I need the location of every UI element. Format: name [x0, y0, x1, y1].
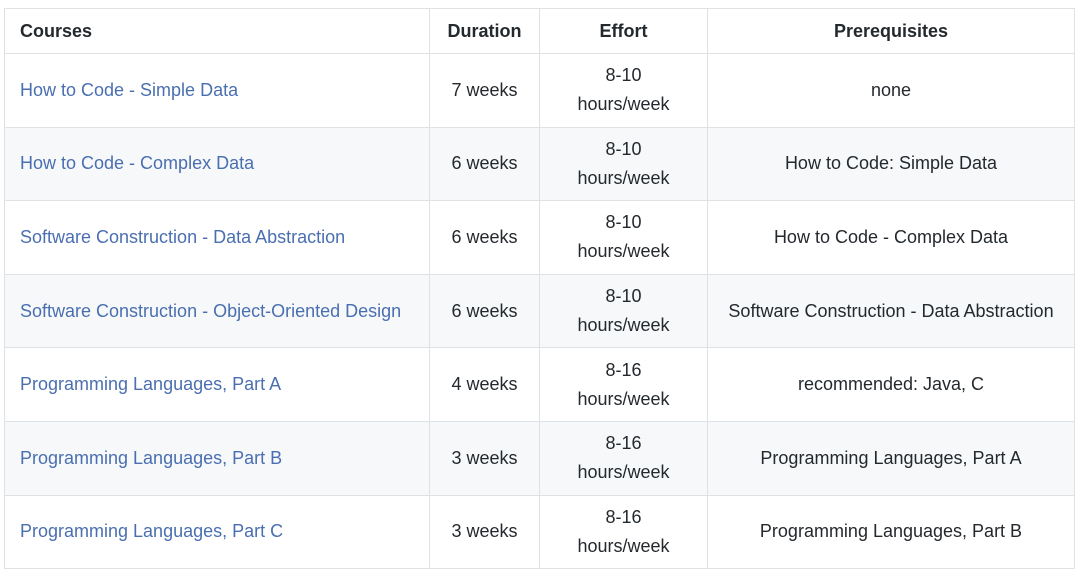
effort-unit: hours/week	[577, 388, 670, 409]
effort-unit: hours/week	[577, 94, 670, 115]
course-link[interactable]: Programming Languages, Part B	[20, 448, 282, 468]
effort-unit: hours/week	[577, 535, 670, 556]
effort-range: 8-10	[605, 65, 642, 86]
table-row: How to Code - Simple Data 7 weeks 8-10 ho…	[4, 53, 1075, 128]
effort-unit: hours/week	[577, 167, 670, 188]
table-row: Software Construction - Data Abstraction…	[4, 200, 1075, 275]
course-cell: Programming Languages, Part A	[4, 347, 430, 422]
header-courses: Courses	[4, 8, 430, 54]
prerequisites-cell: none	[707, 53, 1075, 128]
duration-cell: 6 weeks	[429, 273, 540, 349]
header-duration: Duration	[429, 8, 540, 54]
duration-cell: 6 weeks	[429, 200, 540, 275]
header-row: Courses Duration Effort Prerequisites	[4, 8, 1075, 54]
prerequisites-cell: Programming Languages, Part B	[707, 494, 1075, 570]
effort-range: 8-10	[605, 286, 642, 307]
effort-cell: 8-10 hours/week	[539, 200, 708, 275]
table-body: How to Code - Simple Data 7 weeks 8-10 ho…	[4, 53, 1075, 570]
course-link[interactable]: How to Code - Complex Data	[20, 153, 254, 173]
prerequisites-cell: recommended: Java, C	[707, 347, 1075, 422]
effort-cell: 8-16 hours/week	[539, 347, 708, 422]
effort-unit: hours/week	[577, 241, 670, 262]
table-row: Software Construction - Object-Oriented …	[4, 273, 1075, 349]
prerequisites-cell: How to Code: Simple Data	[707, 126, 1075, 202]
prerequisites-cell: Software Construction - Data Abstraction	[707, 273, 1075, 349]
table-row: Programming Languages, Part C 3 weeks 8-…	[4, 494, 1075, 570]
effort-cell: 8-16 hours/week	[539, 420, 708, 496]
effort-unit: hours/week	[577, 315, 670, 336]
course-link[interactable]: Software Construction - Data Abstraction	[20, 227, 345, 247]
course-table-container: Courses Duration Effort Prerequisites Ho…	[4, 8, 1075, 570]
course-link[interactable]: How to Code - Simple Data	[20, 80, 238, 100]
course-table: Courses Duration Effort Prerequisites Ho…	[4, 8, 1075, 570]
duration-cell: 3 weeks	[429, 494, 540, 570]
table-header: Courses Duration Effort Prerequisites	[4, 8, 1075, 54]
duration-cell: 7 weeks	[429, 53, 540, 128]
effort-cell: 8-16 hours/week	[539, 494, 708, 570]
header-prerequisites: Prerequisites	[707, 8, 1075, 54]
effort-range: 8-16	[605, 433, 642, 454]
table-row: How to Code - Complex Data 6 weeks 8-10 h…	[4, 126, 1075, 202]
effort-cell: 8-10 hours/week	[539, 126, 708, 202]
table-row: Programming Languages, Part A 4 weeks 8-…	[4, 347, 1075, 422]
course-cell: Software Construction - Data Abstraction	[4, 200, 430, 275]
effort-range: 8-10	[605, 212, 642, 233]
effort-range: 8-16	[605, 506, 642, 527]
course-cell: Software Construction - Object-Oriented …	[4, 273, 430, 349]
duration-cell: 3 weeks	[429, 420, 540, 496]
course-cell: How to Code - Complex Data	[4, 126, 430, 202]
course-cell: How to Code - Simple Data	[4, 53, 430, 128]
effort-cell: 8-10 hours/week	[539, 273, 708, 349]
effort-range: 8-16	[605, 359, 642, 380]
prerequisites-cell: Programming Languages, Part A	[707, 420, 1075, 496]
header-effort: Effort	[539, 8, 708, 54]
duration-cell: 4 weeks	[429, 347, 540, 422]
effort-cell: 8-10 hours/week	[539, 53, 708, 128]
table-row: Programming Languages, Part B 3 weeks 8-…	[4, 420, 1075, 496]
effort-unit: hours/week	[577, 462, 670, 483]
course-link[interactable]: Software Construction - Object-Oriented …	[20, 301, 401, 321]
course-cell: Programming Languages, Part B	[4, 420, 430, 496]
prerequisites-cell: How to Code - Complex Data	[707, 200, 1075, 275]
course-link[interactable]: Programming Languages, Part A	[20, 374, 281, 394]
course-link[interactable]: Programming Languages, Part C	[20, 521, 283, 541]
course-cell: Programming Languages, Part C	[4, 494, 430, 570]
effort-range: 8-10	[605, 138, 642, 159]
duration-cell: 6 weeks	[429, 126, 540, 202]
